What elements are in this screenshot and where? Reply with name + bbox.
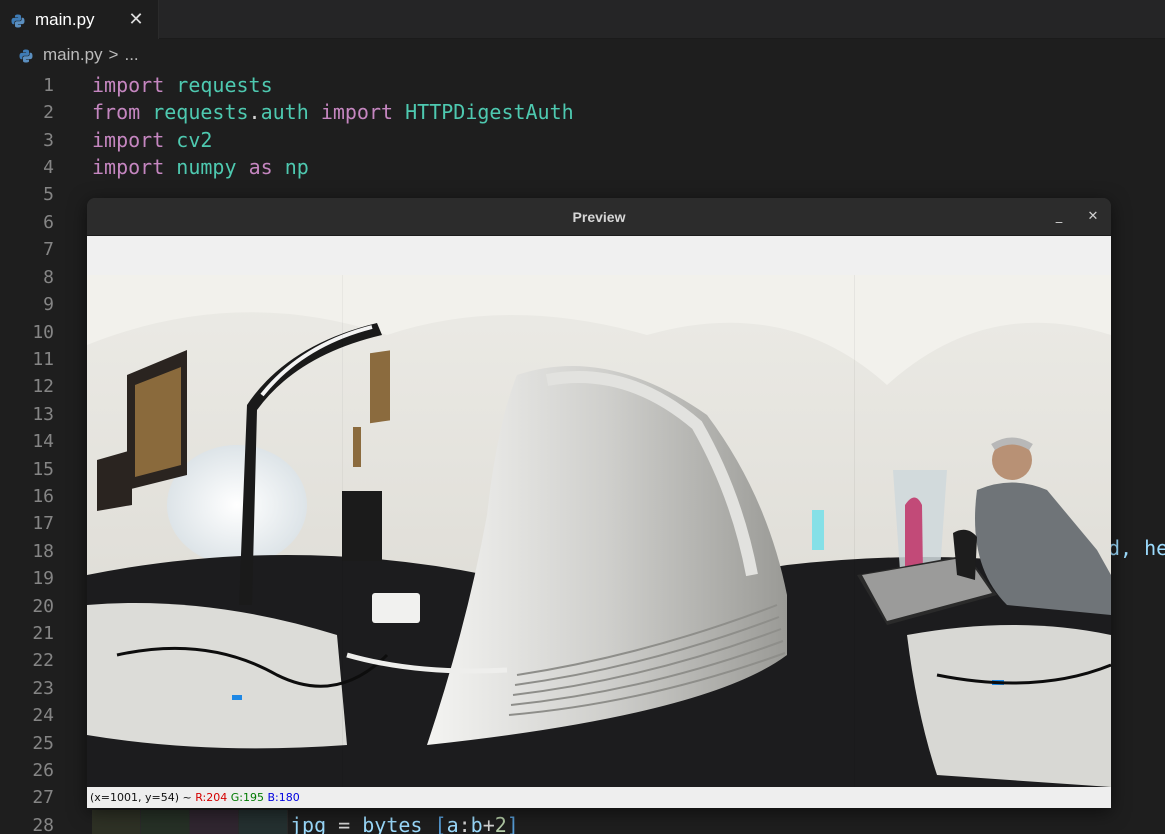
line-number: 17 [32,513,54,534]
variable: jpg [290,813,327,834]
line-number: 8 [43,267,54,288]
keyword: import [92,155,165,179]
preview-toolbar [87,236,1111,275]
variable: b [470,813,483,834]
code-line-18-fragment: d, he [1108,536,1165,560]
keyword: import [92,73,165,97]
python-icon [19,48,33,63]
operator: + [482,813,495,834]
indent-guide-cell [141,810,190,834]
code-line-3: import cv2 [92,127,212,154]
line-number: 20 [32,596,54,617]
indent-guide-cell [239,810,288,834]
camera-frame-image[interactable] [87,275,1111,787]
module-name: numpy [176,155,237,179]
bracket-highlight-cells [92,810,288,834]
operator: : [458,813,471,834]
cursor-coordinates: (x=1001, y=54) ~ [90,791,192,804]
preview-window[interactable]: Preview _ ✕ (x=1001, y=54) ~ R:204 G:195… [87,198,1111,808]
breadcrumb-file[interactable]: main.py [43,45,103,65]
tab-main-py[interactable]: main.py ✕ [0,0,159,39]
code-line-1: import requests [92,72,273,99]
punctuation: . [248,100,261,124]
code-line-4: import numpy as np [92,154,309,181]
line-number: 2 [43,102,54,123]
line-number: 28 [32,815,54,834]
close-icon[interactable]: ✕ [124,7,148,31]
green-value: G:195 [230,791,264,804]
class-name: HTTPDigestAuth [405,100,574,124]
line-number: 3 [43,130,54,151]
line-number: 14 [32,431,54,452]
operator: = [338,813,351,834]
module-name: requests [176,73,273,97]
module-name: requests [152,100,249,124]
window-close-button[interactable]: ✕ [1083,207,1103,227]
line-number: 25 [32,733,54,754]
line-number: 10 [32,322,54,343]
window-titlebar[interactable]: Preview _ ✕ [87,198,1111,236]
line-number: 9 [43,294,54,315]
line-number: 5 [43,184,54,205]
line-number: 13 [32,404,54,425]
indent-guide-cell [190,810,239,834]
line-number: 19 [32,568,54,589]
keyword: from [92,100,141,124]
variable: a [446,813,459,834]
indent-guide-cell [92,810,141,834]
line-number: 11 [32,349,54,370]
breadcrumb: main.py > ... [0,39,1165,71]
bracket: [ [434,813,447,834]
code-line-28: jpg = bytes_[a:b+2] [290,812,519,834]
line-number: 15 [32,459,54,480]
variable: bytes_ [362,813,435,834]
editor-tab-bar: main.py ✕ [0,0,1165,39]
line-number: 24 [32,705,54,726]
keyword: import [92,128,165,152]
line-number: 12 [32,376,54,397]
breadcrumb-symbol[interactable]: ... [124,45,138,65]
line-number: 7 [43,239,54,260]
line-number: 6 [43,212,54,233]
keyword: import [320,100,394,124]
line-number: 18 [32,541,54,562]
line-number: 4 [43,157,54,178]
line-number: 27 [32,787,54,808]
blue-value: B:180 [267,791,300,804]
line-number: 22 [32,650,54,671]
line-number: 21 [32,623,54,644]
python-icon [11,13,25,27]
module-name: auth [260,100,309,124]
line-number: 16 [32,486,54,507]
line-number: 23 [32,678,54,699]
window-title: Preview [572,209,626,225]
red-value: R:204 [195,791,228,804]
minimize-button[interactable]: _ [1049,207,1069,227]
module-alias: np [284,155,309,179]
bracket: ] [506,813,519,834]
code-line-2: from requests.auth import HTTPDigestAuth [92,99,574,126]
line-number: 26 [32,760,54,781]
module-name: cv2 [176,128,213,152]
breadcrumb-separator: > [108,45,119,64]
pixel-info-status: (x=1001, y=54) ~ R:204 G:195 B:180 [87,787,1111,808]
keyword: as [248,155,273,179]
tab-label: main.py [35,9,95,29]
number: 2 [494,813,507,834]
line-number: 1 [43,75,54,96]
panorama-image [87,275,1111,787]
